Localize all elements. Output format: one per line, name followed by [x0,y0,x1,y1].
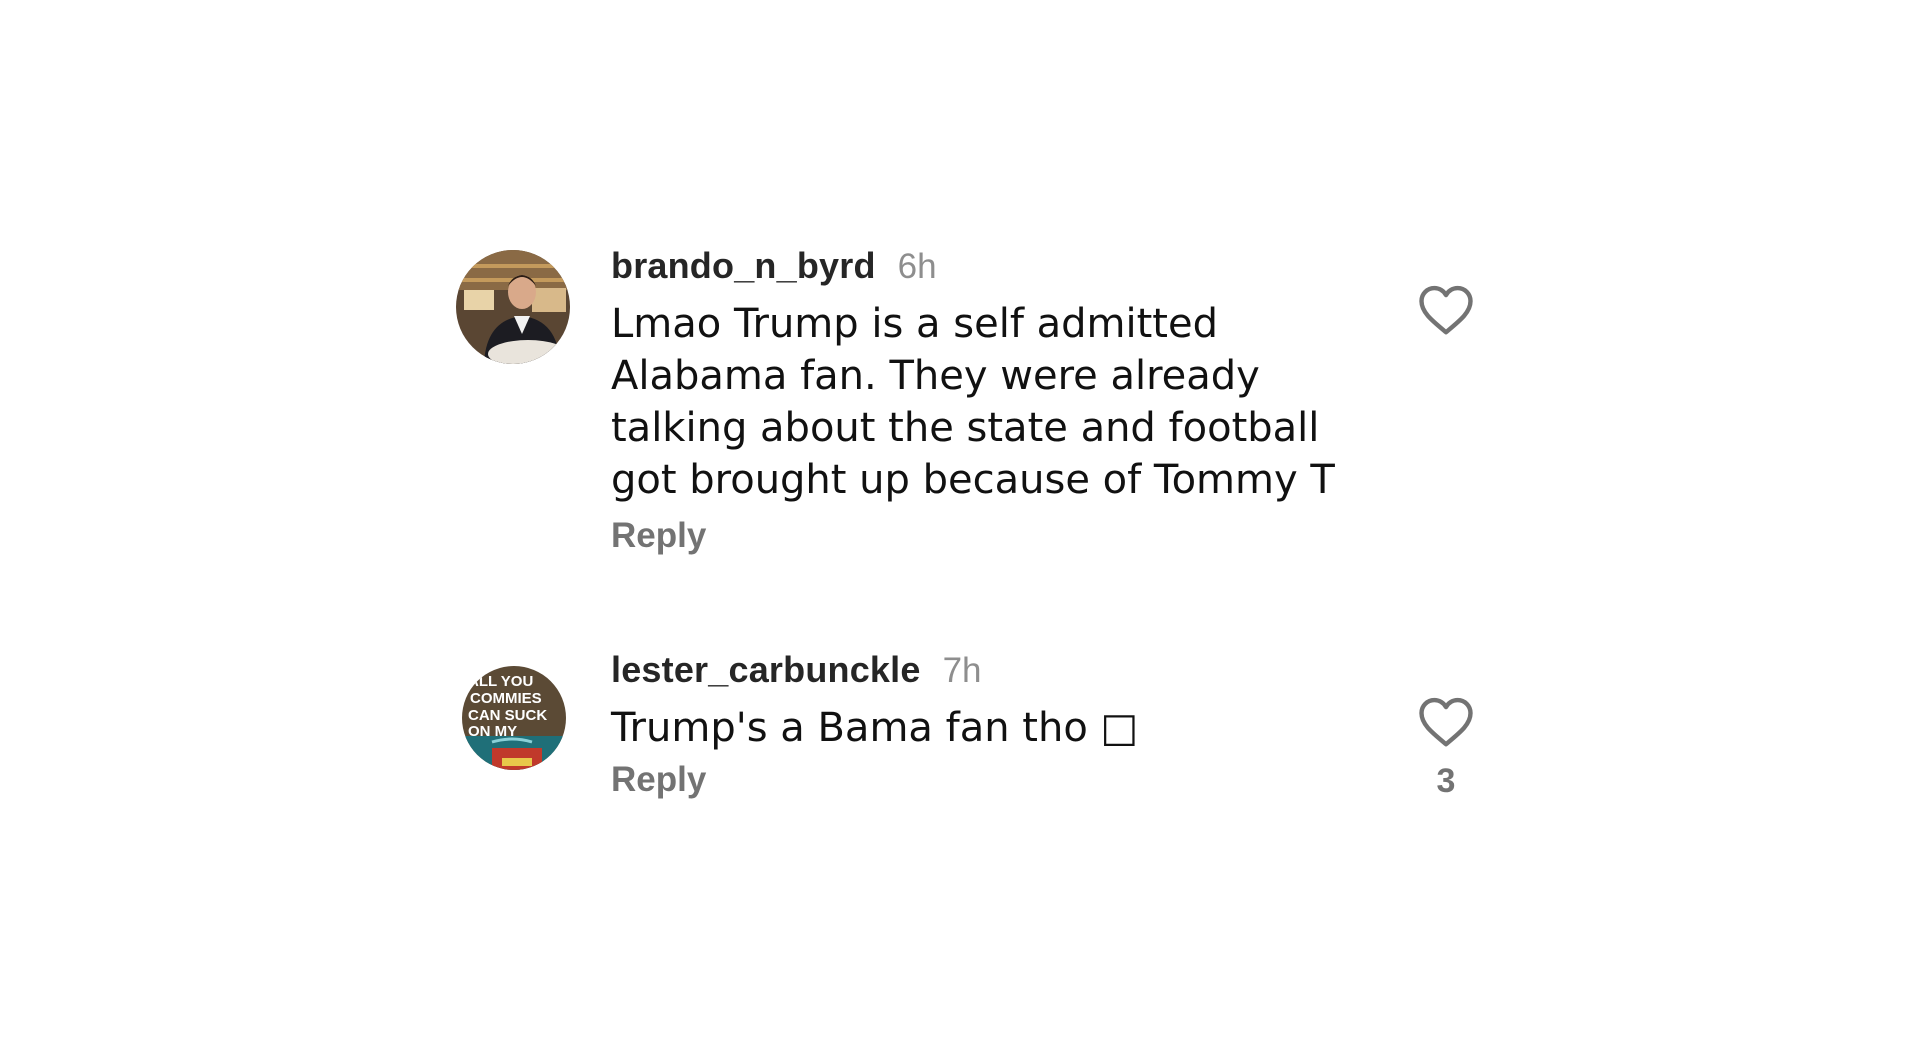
avatar-text-line: COMMIES [470,690,542,707]
avatar-sticker-image: ALL YOU COMMIES CAN SUCK ON MY [462,666,566,770]
avatar[interactable]: ALL YOU COMMIES CAN SUCK ON MY [462,666,566,770]
avatar-text-line: ALL YOU [468,673,533,690]
like-count: 3 [1436,762,1456,800]
username[interactable]: lester_carbunckle [611,650,921,690]
username[interactable]: brando_n_byrd [611,246,876,286]
timestamp: 6h [897,247,937,286]
reply-button[interactable]: Reply [611,516,706,556]
avatar-text-line: ON MY [468,723,517,740]
avatar[interactable] [456,250,570,364]
like-button[interactable]: 3 [1418,696,1474,801]
avatar-text-line: CAN SUCK [468,707,547,724]
like-button[interactable] [1418,284,1474,336]
heart-outline-icon [1419,697,1473,747]
avatar-photo [456,250,570,364]
comment-text: Lmao Trump is a self admitted Alabama fa… [611,301,1335,503]
timestamp: 7h [942,651,982,690]
heart-outline-icon [1419,285,1473,335]
comment-text: Trump's a Bama fan tho □ [611,705,1139,751]
reply-button[interactable]: Reply [611,760,706,800]
